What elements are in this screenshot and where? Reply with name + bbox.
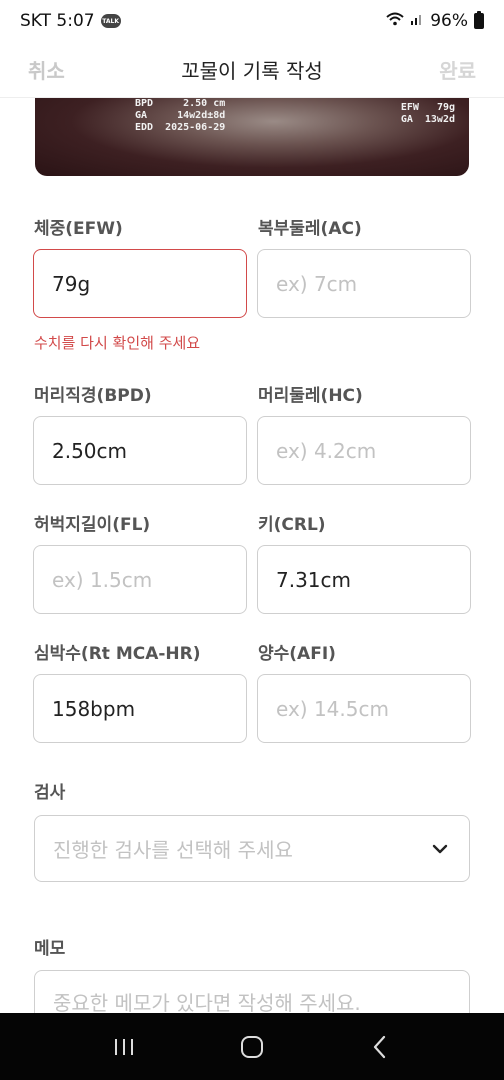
hc-input[interactable]: ex) 4.2cm <box>257 416 471 485</box>
us-key: BPD <box>135 98 154 109</box>
recent-apps-icon[interactable] <box>104 1027 144 1067</box>
us-value: 14w2d±8d <box>177 110 226 121</box>
ac-label: 복부둘레(AC) <box>258 219 362 239</box>
us-key: GA <box>400 114 413 125</box>
us-value: 2025-06-29 <box>165 122 226 133</box>
ultrasound-image: BPD 2.50 cm GA 14w2d±8d EDD 2025-06-29 EFW 7… <box>35 98 469 176</box>
hr-label: 심박수(Rt MCA-HR) <box>34 644 201 664</box>
fl-label: 허벅지길이(FL) <box>34 515 151 535</box>
crl-input[interactable]: 7.31cm <box>257 545 471 614</box>
signal-icon <box>410 11 424 31</box>
efw-input[interactable]: 79g <box>33 249 247 318</box>
us-value: 79g <box>436 102 455 113</box>
battery-text: 96% <box>430 11 468 31</box>
exam-select-placeholder: 진행한 검사를 선택해 주세요 <box>53 838 293 862</box>
hc-label: 머리둘레(HC) <box>258 386 363 406</box>
chevron-down-icon <box>429 838 451 860</box>
back-icon[interactable] <box>360 1027 400 1067</box>
us-value: 2.50 cm <box>183 98 226 109</box>
crl-label: 키(CRL) <box>258 515 326 535</box>
ac-input[interactable]: ex) 7cm <box>257 249 471 318</box>
us-key: EDD <box>135 122 154 133</box>
home-icon[interactable] <box>232 1027 272 1067</box>
status-bar: SKT 5:07 TALK 96% <box>0 0 504 42</box>
efw-error-message: 수치를 다시 확인해 주세요 <box>34 334 201 352</box>
afi-input[interactable]: ex) 14.5cm <box>257 674 471 743</box>
hr-input[interactable]: 158bpm <box>33 674 247 743</box>
exam-select[interactable]: 진행한 검사를 선택해 주세요 <box>34 815 470 882</box>
us-key: GA <box>135 110 148 121</box>
exam-label: 검사 <box>34 783 66 803</box>
done-button[interactable]: 완료 <box>439 55 476 84</box>
bpd-label: 머리직경(BPD) <box>34 386 152 406</box>
fl-input[interactable]: ex) 1.5cm <box>33 545 247 614</box>
battery-icon <box>474 11 484 29</box>
carrier-time: SKT 5:07 <box>20 11 95 31</box>
ultrasound-left-readout: BPD 2.50 cm GA 14w2d±8d EDD 2025-06-29 <box>135 98 225 134</box>
ultrasound-right-readout: EFW 79g GA 13w2d <box>401 102 455 126</box>
page-title: 꼬물이 기록 작성 <box>181 59 323 83</box>
bpd-input[interactable]: 2.50cm <box>33 416 247 485</box>
kakaotalk-icon: TALK <box>100 14 121 28</box>
cancel-button[interactable]: 취소 <box>28 55 65 84</box>
wifi-icon <box>386 11 404 31</box>
memo-label: 메모 <box>34 939 66 959</box>
afi-label: 양수(AFI) <box>258 644 336 664</box>
us-value: 13w2d <box>424 114 455 125</box>
efw-label: 체중(EFW) <box>34 219 123 239</box>
us-key: EFW <box>400 102 419 113</box>
app-header: 취소 꼬물이 기록 작성 완료 <box>0 42 504 98</box>
system-navigation-bar <box>0 1013 504 1080</box>
